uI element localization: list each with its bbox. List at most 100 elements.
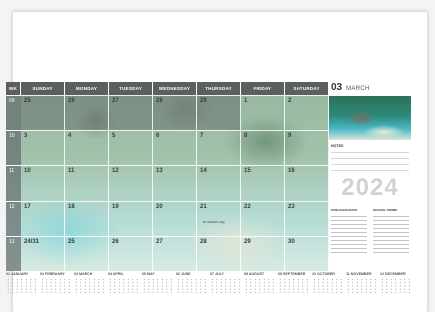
day-cell: 23 — [285, 200, 329, 236]
day-cell: 18 — [65, 200, 109, 236]
mini-month-title: 01 JANUARY — [6, 272, 29, 276]
day-number: 28 — [156, 98, 163, 104]
mini-month: 04 APRIL — [108, 272, 139, 298]
public-holidays-label: PUBLICHOLIDAYS — [331, 208, 358, 212]
mini-month-days — [108, 278, 139, 294]
weekday-header: MONDAY — [65, 82, 109, 95]
mini-month: 08 AUGUST — [244, 272, 275, 298]
week-number: 11 — [6, 165, 21, 201]
day-number: 18 — [68, 203, 75, 210]
day-number: 6 — [156, 133, 160, 140]
month-heading: 03 MARCH — [331, 82, 370, 93]
day-number: 10 — [24, 168, 31, 175]
school-terms-list — [373, 213, 409, 253]
day-cell: 28 — [153, 95, 197, 131]
day-number: 25 — [68, 238, 75, 245]
mini-month: 05 MAY — [142, 272, 173, 298]
mini-month-days — [176, 278, 207, 294]
mini-month-days — [40, 278, 71, 294]
day-cell: 17 — [21, 200, 65, 236]
day-cell: 9 — [285, 130, 329, 166]
year-overview-strip: 01 JANUARY 02 FEBRUARY 03 MARCH 04 APRIL… — [6, 272, 411, 298]
week-number: 10 — [6, 130, 21, 166]
day-cell: 3 — [21, 130, 65, 166]
day-cell: 22 — [241, 200, 285, 236]
day-number: 27 — [112, 98, 119, 104]
mini-month: 02 FEBRUARY — [40, 272, 71, 298]
notes-label: NOTES — [331, 144, 344, 148]
day-number: 8 — [244, 133, 248, 140]
mini-month: 10 OCTOBER — [312, 272, 343, 298]
mini-month-title: 02 FEBRUARY — [40, 272, 65, 276]
mini-month-title: 08 AUGUST — [244, 272, 265, 276]
day-cell: 26 — [109, 235, 153, 271]
mini-month-title: 09 SEPTEMBER — [278, 272, 306, 276]
day-number: 26 — [112, 238, 119, 245]
day-number: 30 — [288, 238, 295, 245]
day-number: 11 — [68, 168, 75, 175]
day-number: 28 — [200, 238, 207, 245]
day-number: 4 — [68, 133, 72, 140]
day-cell: 26 — [65, 95, 109, 131]
mini-month-title: 07 JULY — [210, 272, 224, 276]
day-cell: 29 — [241, 235, 285, 271]
day-number: 2 — [288, 98, 292, 104]
mini-month-days — [346, 278, 377, 294]
mini-month: 12 DECEMBER — [380, 272, 411, 298]
mini-month-title: 06 JUNE — [176, 272, 191, 276]
mini-month-title: 04 APRIL — [108, 272, 124, 276]
holiday-note: St. Patrick's Day — [203, 219, 225, 224]
mini-month-days — [74, 278, 105, 294]
weekday-header: SUNDAY — [21, 82, 65, 95]
day-cell: 10 — [21, 165, 65, 201]
day-cell: 6 — [153, 130, 197, 166]
day-cell: 7 — [197, 130, 241, 166]
weekday-header: FRIDAY — [241, 82, 285, 95]
mini-month: 09 SEPTEMBER — [278, 272, 309, 298]
mini-month-days — [142, 278, 173, 294]
mini-month-days — [278, 278, 309, 294]
day-cell: 27 — [153, 235, 197, 271]
day-number: 25 — [24, 98, 31, 104]
mini-month: 06 JUNE — [176, 272, 207, 298]
mini-month: 11 NOVEMBER — [346, 272, 377, 298]
week-number: 13 — [6, 235, 21, 271]
day-number: 27 — [156, 238, 163, 245]
year-label: 2024 — [341, 174, 399, 201]
weekday-header: SATURDAY — [285, 82, 329, 95]
mini-month: 01 JANUARY — [6, 272, 37, 298]
day-number: 3 — [24, 133, 28, 140]
mini-month-days — [312, 278, 343, 294]
notes-line — [331, 170, 409, 171]
month-grid: WK SUNDAY MONDAY TUESDAY WEDNESDAY THURS… — [6, 82, 329, 271]
day-cell: 4 — [65, 130, 109, 166]
weekday-header: THURSDAY — [197, 82, 241, 95]
day-cell: 15 — [241, 165, 285, 201]
weekday-header: TUESDAY — [109, 82, 153, 95]
day-number: 1 — [244, 98, 248, 104]
day-cell: 27 — [109, 95, 153, 131]
day-cell: 25 — [65, 235, 109, 271]
day-cell: 24/31 — [21, 235, 65, 271]
day-cell: 19 — [109, 200, 153, 236]
day-cell: 21 St. Patrick's Day — [197, 200, 241, 236]
month-number: 03 — [331, 82, 343, 93]
day-cell: 25 — [21, 95, 65, 131]
mini-month-days — [210, 278, 241, 294]
week-number: 12 — [6, 200, 21, 236]
day-cell: 11 — [65, 165, 109, 201]
notes-line — [331, 152, 409, 153]
day-number: 29 — [200, 98, 207, 104]
day-number: 5 — [112, 133, 116, 140]
day-number: 22 — [244, 203, 251, 210]
day-number: 19 — [112, 203, 119, 210]
day-number: 13 — [156, 168, 163, 175]
day-number: 17 — [24, 203, 31, 210]
day-number: 26 — [68, 98, 75, 104]
public-holidays-list — [331, 213, 367, 253]
notes-line — [331, 158, 409, 159]
day-cell: 8 — [241, 130, 285, 166]
week-number: 09 — [6, 95, 21, 131]
side-panel: 03 MARCH NOTES 2024 PUBLICHOLIDAYS SCHOO… — [329, 82, 411, 271]
day-cell: 29 — [197, 95, 241, 131]
